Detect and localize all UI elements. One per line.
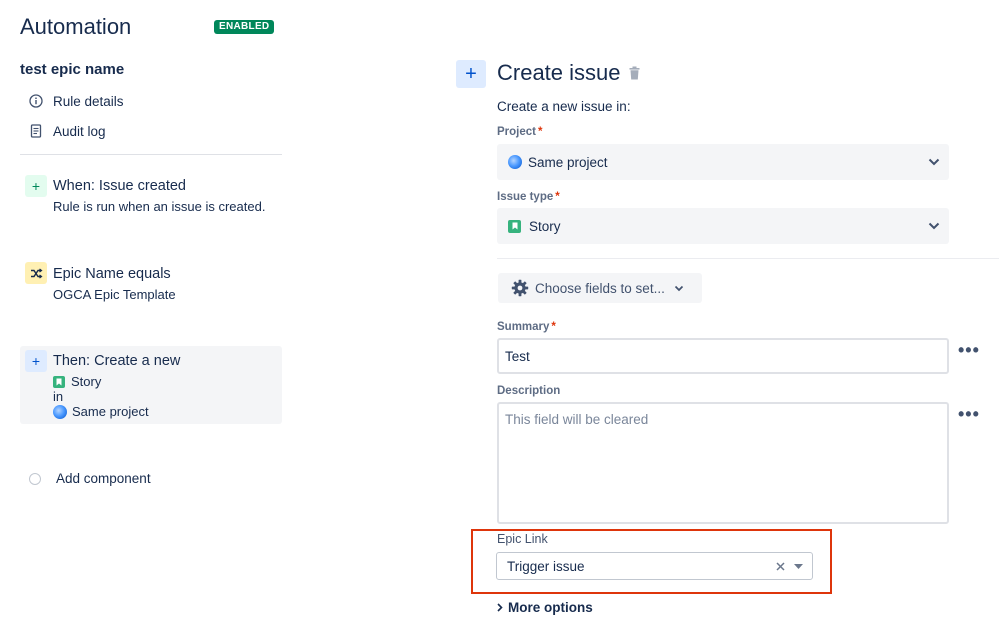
trigger-component[interactable]: + When: Issue created Rule is run when a… xyxy=(20,172,282,216)
component-title: Epic Name equals xyxy=(53,266,171,282)
add-component-button[interactable]: Add component xyxy=(28,471,151,486)
project-avatar-icon xyxy=(508,155,522,169)
page-title: Automation xyxy=(20,14,132,39)
plus-icon: + xyxy=(25,350,47,372)
choose-fields-label: Choose fields to set... xyxy=(535,280,665,296)
story-line: Story xyxy=(53,374,101,389)
circle-icon xyxy=(29,472,41,485)
project-avatar-icon xyxy=(53,404,67,419)
nav-label: Audit log xyxy=(53,123,106,139)
project-line: Same project xyxy=(53,404,149,419)
summary-value: Test xyxy=(505,348,530,364)
nav-rule-details[interactable]: Rule details xyxy=(28,91,124,111)
epic-link-value: Trigger issue xyxy=(507,558,585,574)
info-icon xyxy=(28,93,44,109)
more-icon[interactable]: ••• xyxy=(958,404,980,425)
project-select[interactable]: Same project xyxy=(497,144,949,180)
issue-type-text: Story xyxy=(71,374,102,389)
issue-type-select[interactable]: Story xyxy=(497,208,949,244)
document-icon xyxy=(28,123,44,139)
panel-title-text: Create issue xyxy=(497,60,621,85)
component-title: Then: Create a new xyxy=(53,353,181,369)
description-field[interactable]: This field will be cleared xyxy=(497,402,949,524)
description-placeholder: This field will be cleared xyxy=(505,412,649,427)
nav-label: Rule details xyxy=(53,93,124,109)
divider xyxy=(20,154,282,155)
chevron-down-icon xyxy=(928,158,940,166)
clear-icon[interactable] xyxy=(776,561,785,571)
chevron-down-icon xyxy=(674,285,684,292)
issue-type-select-value: Story xyxy=(529,218,561,234)
caret-down-icon[interactable] xyxy=(794,563,803,569)
story-icon xyxy=(53,375,65,388)
action-component[interactable]: + Then: Create a new Story in Same proje… xyxy=(20,346,282,424)
plus-icon: + xyxy=(25,175,47,197)
chevron-right-icon xyxy=(497,603,503,612)
choose-fields-button[interactable]: Choose fields to set... xyxy=(498,273,702,303)
description-label: Description xyxy=(497,385,561,397)
trash-icon[interactable] xyxy=(629,66,640,80)
nav-audit-log[interactable]: Audit log xyxy=(28,121,106,141)
project-select-value: Same project xyxy=(528,154,608,170)
story-icon xyxy=(508,219,521,233)
epic-link-label: Epic Link xyxy=(497,532,548,546)
component-title: When: Issue created xyxy=(53,178,186,194)
issue-type-label: Issue type * xyxy=(497,191,560,203)
add-component-label: Add component xyxy=(56,471,151,486)
summary-input[interactable]: Test xyxy=(497,338,949,374)
more-icon[interactable]: ••• xyxy=(958,340,980,361)
connector-text: in xyxy=(53,389,64,404)
shuffle-icon xyxy=(25,262,47,284)
divider xyxy=(497,258,999,259)
project-label: Project * xyxy=(497,126,543,138)
project-text: Same project xyxy=(72,404,149,419)
status-badge: ENABLED xyxy=(214,20,275,34)
rule-name: test epic name xyxy=(20,61,125,78)
summary-label: Summary * xyxy=(497,321,556,333)
condition-component[interactable]: Epic Name equals OGCA Epic Template xyxy=(20,260,282,304)
more-options-label: More options xyxy=(508,600,593,615)
more-options-toggle[interactable]: More options xyxy=(497,600,593,615)
epic-link-select[interactable]: Trigger issue xyxy=(496,552,813,580)
plus-icon: + xyxy=(456,60,486,88)
panel-intro: Create a new issue in: xyxy=(497,99,631,114)
panel-title: Create issue xyxy=(497,60,640,86)
component-subtitle: Rule is run when an issue is created. xyxy=(53,199,266,214)
component-subtitle: OGCA Epic Template xyxy=(53,287,176,302)
chevron-down-icon xyxy=(928,222,940,230)
gear-icon xyxy=(511,279,529,297)
